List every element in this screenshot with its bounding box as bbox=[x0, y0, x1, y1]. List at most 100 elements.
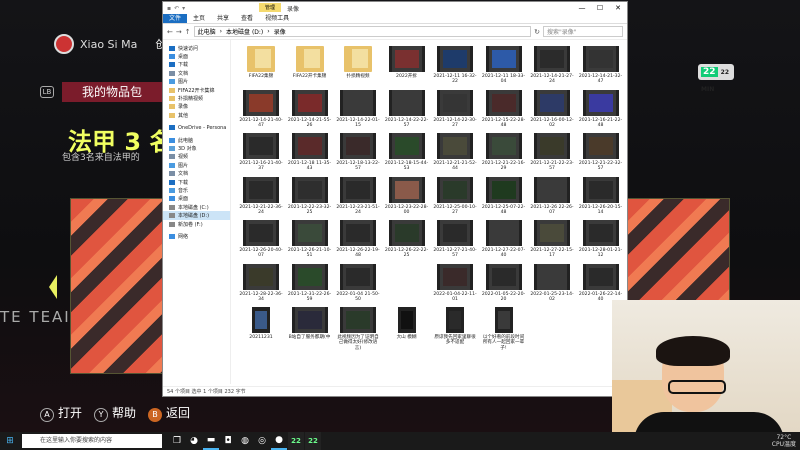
nav-item[interactable]: 音乐 bbox=[163, 186, 230, 194]
file-item[interactable]: 2021-12-21-22-32-57 bbox=[579, 133, 623, 175]
file-item[interactable]: 2021-12-26-21-10-51 bbox=[288, 220, 332, 262]
store-icon[interactable]: ◘ bbox=[220, 432, 236, 450]
file-item[interactable]: 2021-12-18 11-35-43 bbox=[288, 133, 332, 175]
nav-item[interactable]: FIFA22开卡集锦 bbox=[163, 86, 230, 94]
back-arrow-icon[interactable]: ← bbox=[167, 28, 173, 36]
nav-item[interactable]: 视频 bbox=[163, 153, 230, 161]
file-item[interactable]: FIFA22集锦 bbox=[239, 46, 283, 88]
nav-item[interactable]: 网络 bbox=[163, 232, 230, 240]
file-item[interactable]: 2021-12-25-07-22-48 bbox=[482, 176, 526, 219]
tab-view[interactable]: 查看 bbox=[235, 14, 259, 23]
file-item[interactable]: 2021-12-26-20-40-07 bbox=[239, 220, 283, 262]
file-item[interactable]: 2021-12-27-22-07-40 bbox=[482, 220, 526, 262]
file-item[interactable]: 2021-12-27-22-15-17 bbox=[530, 220, 574, 262]
tab-home[interactable]: 主页 bbox=[187, 14, 211, 23]
file-item[interactable]: 原谅我先回家里聊很多不适配 bbox=[433, 307, 477, 349]
nav-item[interactable]: 扑损精视频 bbox=[163, 94, 230, 102]
file-item[interactable]: 2022开拆 bbox=[385, 46, 429, 88]
file-item[interactable]: 2021-12-26-20-15-14 bbox=[579, 176, 623, 219]
file-item[interactable]: 2022-01-04-22-11-01 bbox=[433, 263, 477, 306]
tab-share[interactable]: 共享 bbox=[211, 14, 235, 23]
refresh-icon[interactable]: ↻ bbox=[534, 28, 540, 36]
file-item[interactable]: 2021-12-14-21-55-26 bbox=[288, 89, 332, 132]
nav-item[interactable]: 快速访问 bbox=[163, 44, 230, 52]
file-item[interactable]: 2021-12-14-21-27-24 bbox=[530, 46, 574, 88]
file-item[interactable]: 2021-12-16-21-22-48 bbox=[579, 89, 623, 132]
edge-icon[interactable]: ◕ bbox=[186, 432, 202, 450]
file-item[interactable]: 2021-12-11 16-32-22 bbox=[433, 46, 477, 88]
address-bar[interactable]: 此电脑 › 本地磁盘 (D:) › 录像 bbox=[193, 26, 532, 37]
maximize-button[interactable]: ☐ bbox=[591, 2, 609, 14]
nav-item[interactable]: 文档 bbox=[163, 169, 230, 177]
dropdown-icon[interactable]: ▾ bbox=[182, 5, 185, 12]
wechat-icon[interactable]: ◎ bbox=[254, 432, 270, 450]
nav-item[interactable]: OneDrive - Persona bbox=[163, 124, 230, 132]
file-item[interactable]: FIFA22开卡集锦 bbox=[288, 46, 332, 88]
file-item[interactable]: 2022-01-25-23-14-02 bbox=[530, 263, 574, 306]
file-item[interactable]: 2021-12-22-23-32-25 bbox=[288, 176, 332, 219]
task-view-icon[interactable]: ❐ bbox=[169, 432, 185, 450]
nav-item[interactable]: 桌面 bbox=[163, 52, 230, 60]
file-item[interactable]: 2021-12-16-00-12-02 bbox=[530, 89, 574, 132]
nav-item[interactable]: 下载 bbox=[163, 61, 230, 69]
title-bar[interactable]: ▪ ↶ ▾ 管理 录像 — ☐ ✕ bbox=[163, 2, 627, 14]
breadcrumb-this-pc[interactable]: 此电脑 bbox=[198, 27, 216, 36]
file-item[interactable]: B站自了服务都期(中 bbox=[288, 307, 332, 349]
nav-item[interactable]: 新加卷 (F:) bbox=[163, 220, 230, 228]
tab-file[interactable]: 文件 bbox=[163, 14, 188, 23]
file-item[interactable]: 2022-01-04 21-50-50 bbox=[336, 263, 380, 306]
file-item[interactable]: 2021-12-31-22-26-59 bbox=[288, 263, 332, 306]
pack-card-left[interactable] bbox=[70, 198, 166, 374]
file-item[interactable]: 2021-12-14-22-01-15 bbox=[336, 89, 380, 132]
file-item[interactable]: 2021-12-11 18-33-04 bbox=[482, 46, 526, 88]
forward-arrow-icon[interactable]: → bbox=[176, 28, 182, 36]
file-item[interactable]: 2021-12-26-22-19-48 bbox=[336, 220, 380, 262]
taskbar-search[interactable]: 在这里输入你要搜索的内容 bbox=[22, 434, 162, 448]
nav-item[interactable]: 图片 bbox=[163, 161, 230, 169]
file-item[interactable]: 以个好看的前段时间所有人一起回家一辈子! bbox=[482, 307, 526, 351]
nav-item[interactable]: 3D 对象 bbox=[163, 144, 230, 152]
tab-video-tools[interactable]: 视频工具 bbox=[259, 14, 295, 23]
nav-item[interactable]: 桌面 bbox=[163, 195, 230, 203]
manage-tab[interactable]: 管理 bbox=[259, 3, 282, 12]
file-item[interactable]: 2021-12-25-00-10-27 bbox=[433, 176, 477, 219]
nav-item[interactable]: 下载 bbox=[163, 178, 230, 186]
file-item[interactable]: 扑损精视频 bbox=[336, 46, 380, 88]
file-item[interactable]: 2021-12-14-22-22-57 bbox=[385, 89, 429, 132]
file-item[interactable]: 2021-12-21-21-52-44 bbox=[433, 133, 477, 175]
nav-item[interactable]: 录像 bbox=[163, 103, 230, 111]
file-item[interactable]: 2021-12-28-01-21-12 bbox=[579, 220, 623, 262]
file-item[interactable]: 20211231 bbox=[239, 307, 283, 349]
minimize-button[interactable]: — bbox=[573, 2, 591, 14]
fifa22-icon[interactable]: 22 bbox=[288, 432, 304, 450]
breadcrumb-drive-d[interactable]: 本地磁盘 (D:) bbox=[226, 27, 263, 36]
open-action[interactable]: A 打开 bbox=[40, 404, 82, 422]
file-item[interactable]: 2021-12-14-21-32-47 bbox=[579, 46, 623, 88]
close-button[interactable]: ✕ bbox=[609, 2, 627, 14]
nav-item[interactable]: 本地磁盘 (D:) bbox=[163, 211, 230, 220]
nav-item[interactable]: 此电脑 bbox=[163, 136, 230, 144]
file-item[interactable]: 2021-12-18-13-22-57 bbox=[336, 133, 380, 175]
file-item[interactable]: 2022-01-05-22-20-20 bbox=[482, 263, 526, 306]
nav-item[interactable]: 文档 bbox=[163, 69, 230, 77]
lb-button-icon[interactable]: LB bbox=[40, 86, 54, 98]
nav-item[interactable]: 其他 bbox=[163, 111, 230, 119]
chrome-icon[interactable]: ◍ bbox=[237, 432, 253, 450]
file-item[interactable]: 2021-12-16-21-40-37 bbox=[239, 133, 283, 175]
file-item[interactable]: 2021-12-15-22-28-48 bbox=[482, 89, 526, 132]
file-item[interactable]: 2021-12-26-22-22-25 bbox=[385, 220, 429, 262]
file-item[interactable]: 2021-12-14-22-30-27 bbox=[433, 89, 477, 132]
file-item[interactable]: 2021-12-26 22-26-07 bbox=[530, 176, 574, 219]
windows-start-icon[interactable]: ⊞ bbox=[0, 432, 20, 450]
nav-item[interactable]: 图片 bbox=[163, 78, 230, 86]
file-item[interactable]: 大山 模糊 bbox=[385, 307, 429, 349]
fifa22-icon[interactable]: 22 bbox=[305, 432, 321, 450]
breadcrumb-recordings[interactable]: 录像 bbox=[274, 27, 286, 36]
file-item[interactable]: 2021-12-21-22-36-24 bbox=[239, 176, 283, 219]
file-item[interactable]: 2021-12-28-22-36-34 bbox=[239, 263, 283, 306]
file-item[interactable]: 2021-12-23-22-28-00 bbox=[385, 176, 429, 219]
obs-icon[interactable]: ● bbox=[271, 432, 287, 450]
save-icon[interactable]: ▪ bbox=[167, 5, 171, 12]
up-arrow-icon[interactable]: ↑ bbox=[185, 28, 191, 36]
left-arrow-icon[interactable] bbox=[49, 275, 57, 299]
